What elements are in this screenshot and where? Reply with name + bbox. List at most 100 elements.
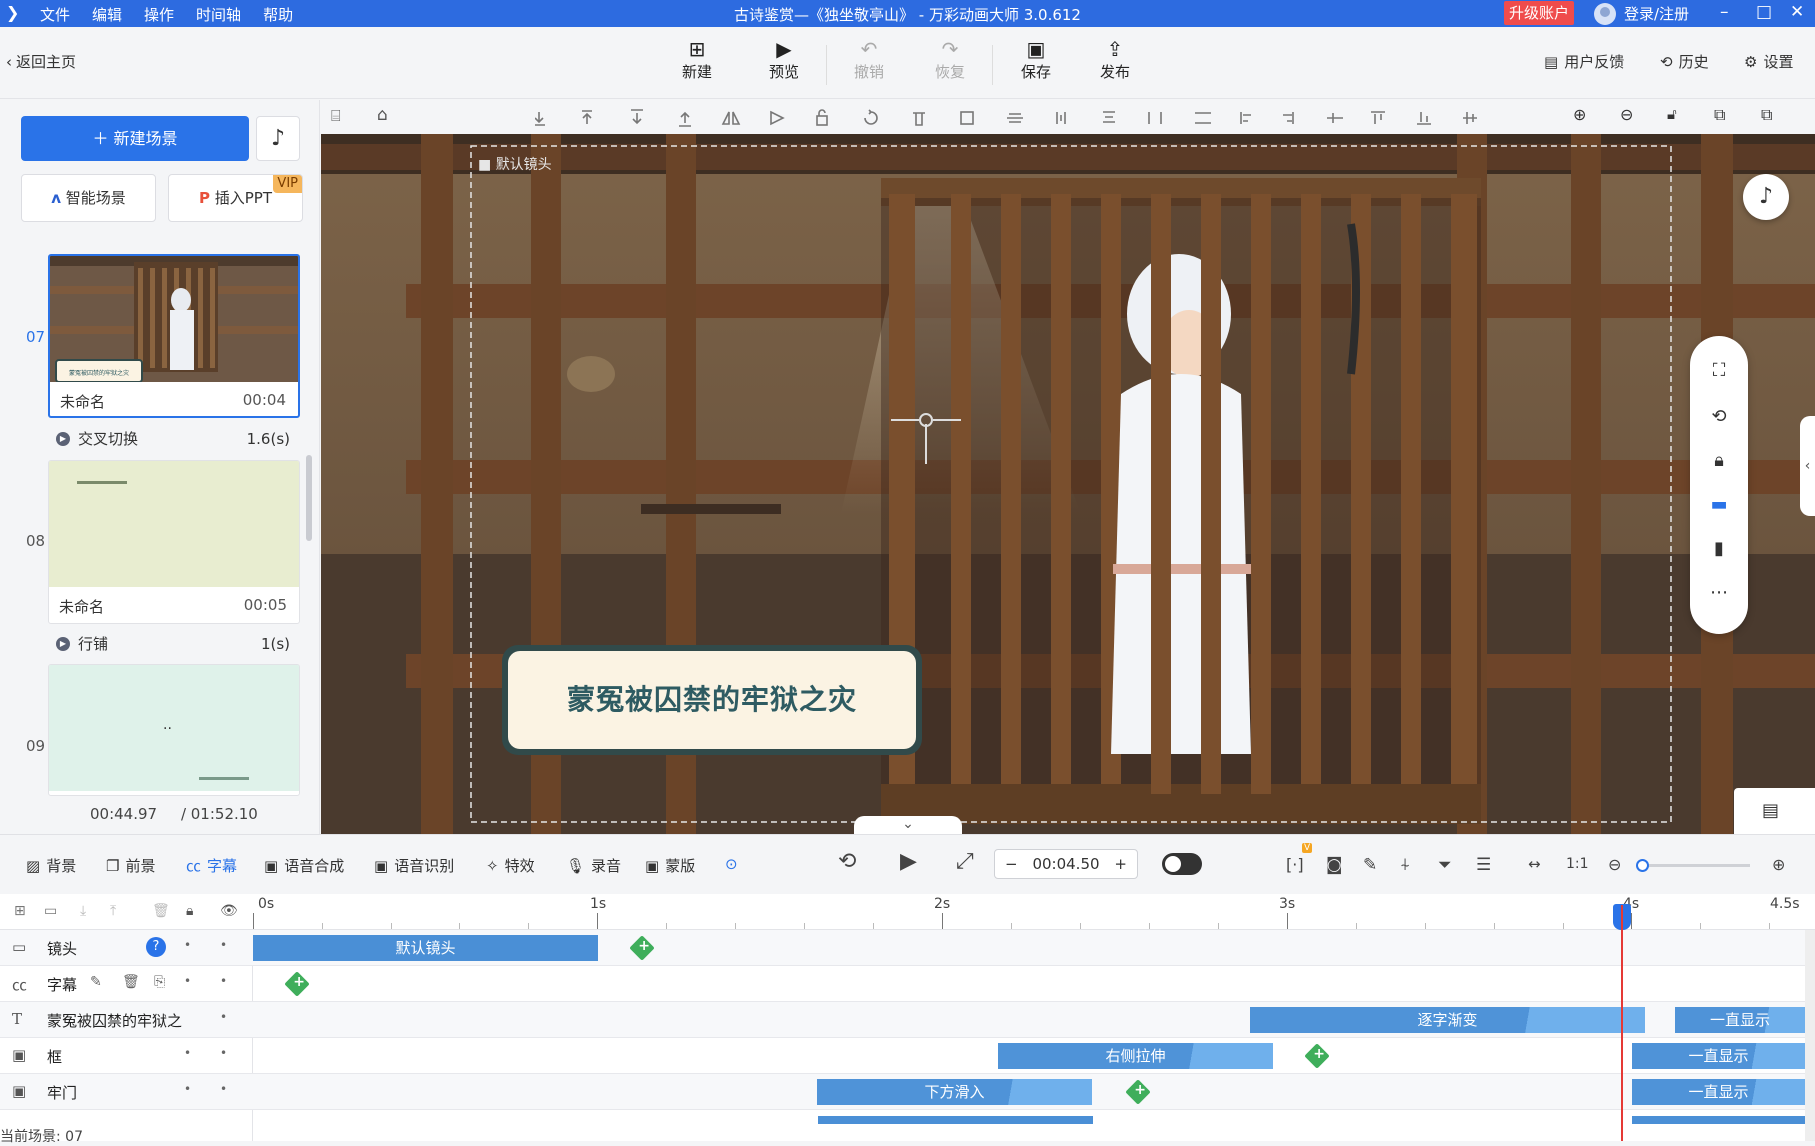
import-icon[interactable]: ⎘	[154, 974, 165, 990]
history-button[interactable]: ⟲ 历史	[1660, 51, 1709, 72]
snap-toggle[interactable]	[1162, 853, 1202, 875]
timeline-segment[interactable]: 一直显示	[1632, 1043, 1805, 1069]
portrait-icon[interactable]: ▮	[1690, 538, 1748, 559]
upgrade-account-button[interactable]: 升级账户	[1504, 1, 1574, 25]
new-button[interactable]: ⊞ 新建	[667, 37, 727, 82]
timeline-segment[interactable]: 一直显示	[1675, 1007, 1805, 1033]
record-button[interactable]: 🎙︎ 录音	[566, 855, 621, 876]
timeline-zoom-slider[interactable]	[1636, 859, 1750, 872]
fit-screen-icon[interactable]: ⛶	[1690, 360, 1748, 381]
minimap-button[interactable]: ▤	[1734, 788, 1815, 834]
asr-button[interactable]: ▣ 语音识别	[374, 855, 454, 876]
subtitle-button[interactable]: ㏄字幕	[186, 855, 237, 876]
menu-operate[interactable]: 操作	[144, 4, 174, 25]
menu-timeline[interactable]: 时间轴	[196, 4, 241, 25]
publish-button[interactable]: ⇪ 发布	[1085, 37, 1145, 82]
time-stepper[interactable]: − 00:04.50 +	[994, 849, 1138, 879]
keyframe-add-icon[interactable]	[284, 971, 310, 997]
new-scene-button[interactable]: ＋ 新建场景	[21, 116, 249, 161]
menu-file[interactable]: 文件	[40, 4, 70, 25]
zoom-out-icon[interactable]: ⊖	[1620, 105, 1633, 124]
fit-width-icon[interactable]: ↔	[1528, 855, 1541, 873]
effects-button[interactable]: ✧ 特效	[486, 855, 535, 876]
zoom-slider-knob[interactable]	[1636, 859, 1649, 872]
scene-card-09[interactable]: ··	[48, 664, 300, 796]
foreground-button[interactable]: ❐ 前景	[106, 855, 155, 876]
settings-button[interactable]: ⚙ 设置	[1744, 51, 1793, 72]
redo-button[interactable]: ↷ 恢复	[920, 37, 980, 82]
play-icon[interactable]: ▶	[900, 849, 917, 874]
tts-button[interactable]: ▣ 语音合成	[264, 855, 344, 876]
track-row-subtitle[interactable]: ㏄ 字幕 ✎ 🗑︎ ⎘ • •	[0, 966, 1815, 1002]
smart-scene-button[interactable]: ʌ 智能场景	[21, 174, 156, 222]
timeline-segment[interactable]: 默认镜头	[253, 935, 598, 961]
mask-button[interactable]: ▣ 蒙版	[645, 855, 695, 876]
scene-card-08[interactable]: 未命名 00:05	[48, 460, 300, 624]
login-button[interactable]: 登录/注册	[1594, 2, 1689, 25]
bracket-icon[interactable]: [·]	[1286, 855, 1304, 874]
minus-icon[interactable]: −	[1005, 855, 1018, 873]
delete-icon[interactable]: 🗑︎	[122, 974, 140, 990]
floating-music-button[interactable]: ♪	[1743, 174, 1789, 220]
folder-icon[interactable]: ▭	[44, 903, 57, 919]
timeline-segment[interactable]: 一直显示	[1632, 1079, 1805, 1105]
background-button[interactable]: ▨ 背景	[26, 855, 76, 876]
track-row-door[interactable]: ▣ 牢门 • • 下方滑入 一直显示	[0, 1074, 1815, 1110]
eye-icon[interactable]: 👁︎	[220, 903, 238, 919]
time-value[interactable]: 00:04.50	[1032, 855, 1099, 873]
move-up-icon[interactable]: ⤒	[110, 903, 116, 919]
paste-icon[interactable]: ⧉	[1761, 105, 1772, 125]
zoom-out-icon[interactable]: ⊖	[1608, 855, 1621, 874]
edit-icon[interactable]: ✎	[1363, 855, 1377, 875]
ratio-icon[interactable]: 1:1	[1566, 856, 1589, 872]
insert-ppt-button[interactable]: P 插入PPT VIP	[168, 174, 303, 222]
transition-item[interactable]: ▶ 交叉切换 1.6(s)	[56, 428, 290, 449]
edit-icon[interactable]: ✎	[90, 974, 102, 990]
collapse-timeline-button[interactable]: ⌄	[854, 816, 962, 836]
scene-card-07[interactable]: 蒙冤被囚禁的牢狱之灾 未命名 00:04	[48, 254, 300, 418]
time-ruler[interactable]: 0s 1s 2s 3s 4s 4.5s	[253, 894, 1815, 930]
timeline-segment[interactable]: 右侧拉伸	[998, 1043, 1273, 1069]
keyframe-add-icon[interactable]	[629, 935, 655, 961]
undo-button[interactable]: ↶ 撤销	[839, 37, 899, 82]
transition-item[interactable]: ▶ 行铺 1(s)	[56, 633, 290, 654]
scene-list-scrollbar[interactable]	[306, 455, 312, 541]
home-icon[interactable]: ⌂	[377, 105, 388, 125]
fullscreen-icon[interactable]: ⤢	[956, 849, 974, 874]
zoom-in-icon[interactable]: ⊕	[1573, 105, 1586, 124]
add-folder-icon[interactable]: ⊞	[14, 903, 26, 919]
keyframe-add-icon[interactable]	[1125, 1079, 1151, 1105]
help-icon[interactable]: ?	[146, 937, 166, 957]
lock-icon[interactable]: 🔓︎	[1667, 105, 1677, 123]
copy-icon[interactable]: ⧉	[1714, 105, 1725, 125]
move-down-icon[interactable]: ⤓	[80, 903, 86, 919]
track-row-frame[interactable]: ▣ 框 • • 右侧拉伸 一直显示	[0, 1038, 1815, 1074]
menu-edit[interactable]: 编辑	[92, 4, 122, 25]
filter-icon[interactable]: ⏷	[1438, 855, 1452, 875]
adjust-icon[interactable]: ☰	[1476, 855, 1491, 875]
back-home-button[interactable]: ‹ 返回主页	[6, 51, 76, 72]
replay-icon[interactable]: ⟲	[838, 849, 856, 874]
landscape-icon[interactable]: ▬	[1690, 494, 1748, 515]
format-painter-icon[interactable]: ⌸	[331, 106, 341, 126]
menu-help[interactable]: 帮助	[263, 4, 293, 25]
track-row-text[interactable]: T 蒙冤被囚禁的牢狱之 • 逐字渐变 一直显示	[0, 1002, 1815, 1038]
lock-icon[interactable]: 🔒︎	[186, 903, 193, 919]
more-icon[interactable]: ⋯	[1690, 582, 1748, 603]
split-icon[interactable]: ⍭	[1400, 855, 1410, 875]
zoom-in-icon[interactable]: ⊕	[1772, 855, 1785, 874]
track-scrollbar[interactable]	[1805, 930, 1815, 1141]
expand-panel-handle[interactable]: ‹	[1800, 416, 1815, 516]
more-tools-button[interactable]: ⊙	[725, 855, 738, 873]
timeline-segment[interactable]: 下方滑入	[817, 1079, 1092, 1105]
timeline-segment[interactable]: 逐字渐变	[1250, 1007, 1645, 1033]
minimize-icon[interactable]: –	[1720, 2, 1729, 22]
track-row-camera[interactable]: ▭ 镜头 ? • • 默认镜头	[0, 930, 1815, 966]
maximize-icon[interactable]: □	[1756, 2, 1772, 22]
preview-button[interactable]: ▶ 预览	[754, 37, 814, 82]
save-button[interactable]: ▣ 保存	[1006, 37, 1066, 82]
camera-shot-icon[interactable]: ◙	[1326, 855, 1343, 875]
feedback-button[interactable]: ▤ 用户反馈	[1544, 51, 1624, 72]
music-button[interactable]: ♪	[256, 116, 300, 161]
keyframe-add-icon[interactable]	[1304, 1043, 1330, 1069]
